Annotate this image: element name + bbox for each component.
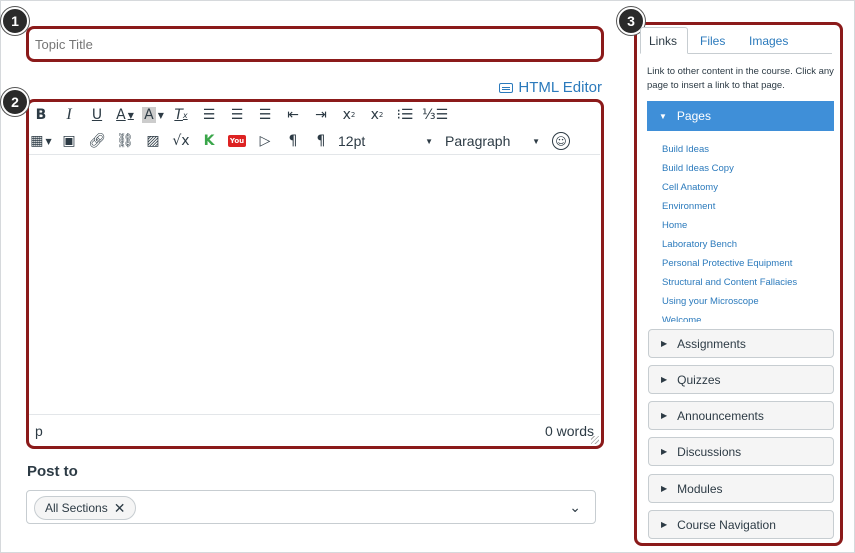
align-right-button[interactable]: ☰ [254,104,276,126]
triangle-down-icon: ▼ [659,111,667,121]
triangle-right-icon: ▶ [661,339,668,348]
ltr-icon[interactable]: ¶ [282,130,304,152]
section-assignments[interactable]: ▶ Assignments [648,329,834,358]
link-icon[interactable]: 🔗︎ [86,130,108,152]
unlink-icon[interactable]: ⛓︎ [114,130,136,152]
background-color-button[interactable]: A ▼ [142,104,164,126]
align-center-button[interactable]: ☰ [226,104,248,126]
word-count: 0 words [544,423,594,439]
superscript-button[interactable]: x2 [338,104,360,126]
block-format-value: Paragraph [445,133,511,149]
section-chip-label: All Sections [45,501,108,515]
block-format-select[interactable]: Paragraph ▼ [445,130,540,152]
tab-files[interactable]: Files [692,27,733,54]
underline-button[interactable]: U [86,104,108,126]
post-to-select[interactable]: All Sections ✕ ⌄ [26,490,596,524]
sidebar-description: Link to other content in the course. Cli… [647,66,834,91]
youtube-icon[interactable]: You [226,130,248,152]
kaltura-icon[interactable]: K [198,130,220,152]
chevron-down-icon[interactable]: ⌄ [569,499,581,516]
triangle-right-icon: ▶ [661,484,668,493]
page-link[interactable]: Structural and Content Fallacies [647,273,834,292]
toolbar-row-1: B I U A ▼ A ▼ Tx ☰ ☰ ☰ ⇤ ⇥ x2 x2 ⁝☰ ⅓☰ [30,103,454,127]
sidebar-tabs: Links Files Images [640,27,832,54]
equation-icon[interactable]: √x [170,130,192,152]
font-size-select[interactable]: 12pt ▼ [338,130,433,152]
html-editor-label: HTML Editor [518,79,602,96]
media-icon[interactable]: ▣ [58,130,80,152]
tab-images[interactable]: Images [741,27,796,54]
rtl-icon[interactable]: ¶ [310,130,332,152]
section-chip[interactable]: All Sections ✕ [34,496,137,520]
subscript-button[interactable]: x2 [366,104,388,126]
section-label: Course Navigation [677,517,776,532]
section-quizzes[interactable]: ▶ Quizzes [648,365,834,394]
toolbar-row-2: ▦ ▼ ▣ 🔗︎ ⛓︎ ▨ √x K You ▷ ¶ ¶ 12pt ▼ Paragr… [30,129,576,153]
resize-handle[interactable] [591,436,599,444]
section-pages-label: Pages [676,109,711,123]
section-modules[interactable]: ▶ Modules [648,474,834,503]
element-path: p [35,423,43,439]
video-icon[interactable]: ▷ [254,130,276,152]
section-label: Quizzes [677,372,721,387]
section-course-navigation[interactable]: ▶ Course Navigation [648,510,834,539]
triangle-right-icon: ▶ [661,411,668,420]
keyboard-icon [499,82,514,93]
italic-button[interactable]: I [58,104,80,126]
post-to-label: Post to [27,463,78,480]
pages-list: Build Ideas Build Ideas Copy Cell Anatom… [647,140,834,322]
section-pages[interactable]: ▼ Pages [647,101,834,131]
callout-2: 2 [1,88,29,116]
text-color-button[interactable]: A ▼ [114,104,136,126]
page-link[interactable]: Welcome [647,311,834,322]
numbered-list-icon[interactable]: ⅓☰ [422,104,448,126]
section-label: Modules [677,481,723,496]
image-icon[interactable]: ▨ [142,130,164,152]
editor-content-area[interactable] [29,154,600,415]
bold-button[interactable]: B [30,104,52,126]
remove-chip-icon[interactable]: ✕ [114,500,126,517]
section-label: Discussions [677,444,742,459]
page-link[interactable]: Environment [647,197,834,216]
triangle-right-icon: ▶ [661,375,668,384]
page-link[interactable]: Home [647,216,834,235]
page-link[interactable]: Laboratory Bench [647,235,834,254]
section-discussions[interactable]: ▶ Discussions [648,437,834,466]
page-link[interactable]: Cell Anatomy [647,178,834,197]
tab-links[interactable]: Links [640,27,688,54]
table-icon[interactable]: ▦ ▼ [30,130,52,152]
outdent-button[interactable]: ⇤ [282,104,304,126]
align-left-button[interactable]: ☰ [198,104,220,126]
clear-formatting-button[interactable]: Tx [170,104,192,126]
triangle-right-icon: ▶ [661,520,668,529]
page-link[interactable]: Build Ideas Copy [647,159,834,178]
callout-1: 1 [1,7,29,35]
accessibility-icon[interactable]: ☺ [552,132,570,150]
bullet-list-icon[interactable]: ⁝☰ [394,104,416,126]
topic-title-input[interactable] [29,29,600,59]
page-link[interactable]: Using your Microscope [647,292,834,311]
triangle-right-icon: ▶ [661,447,668,456]
section-label: Announcements [677,408,764,423]
html-editor-link[interactable]: HTML Editor [499,79,602,96]
section-announcements[interactable]: ▶ Announcements [648,401,834,430]
page-link[interactable]: Build Ideas [647,140,834,159]
indent-button[interactable]: ⇥ [310,104,332,126]
font-size-value: 12pt [338,133,366,149]
section-label: Assignments [677,336,746,351]
page-link[interactable]: Personal Protective Equipment [647,254,834,273]
